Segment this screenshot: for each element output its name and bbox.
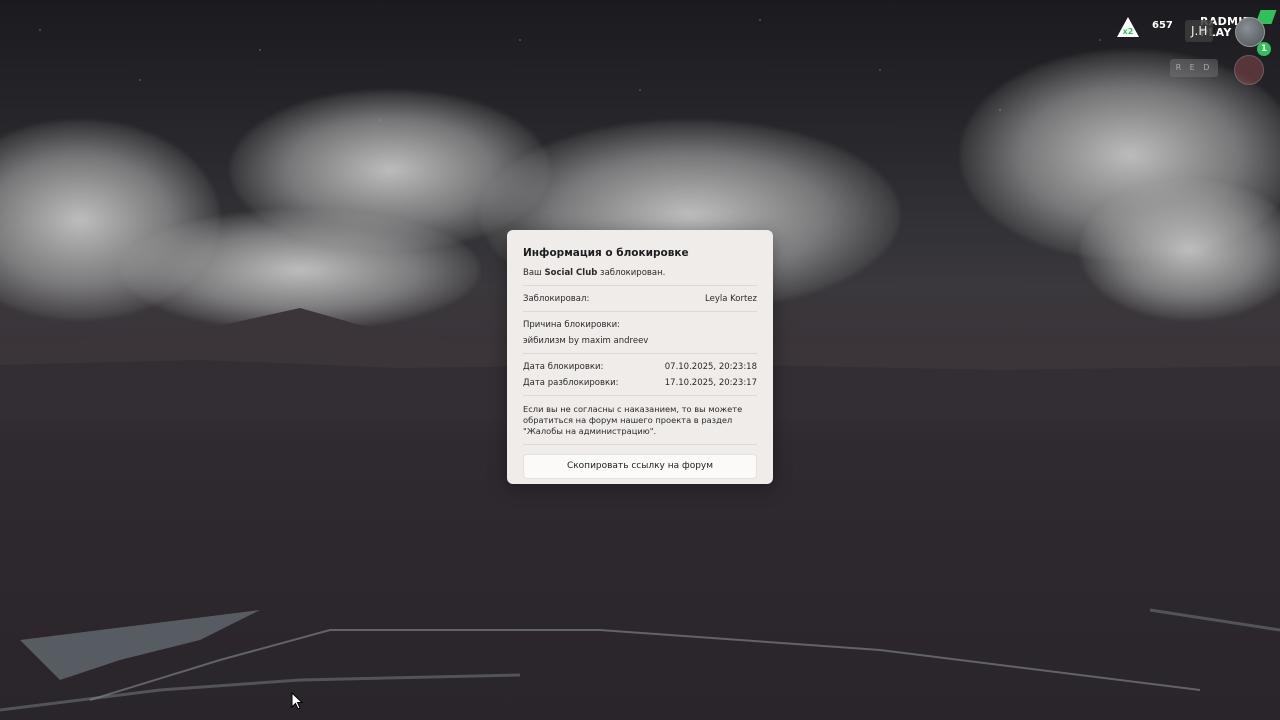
- hud-status-circle: [1234, 55, 1264, 85]
- blocked-by-value: Leyla Kortez: [705, 294, 757, 304]
- online-count: 657: [1152, 20, 1173, 31]
- reason-label: Причина блокировки:: [523, 320, 620, 330]
- server-logo-icon: x2: [1117, 17, 1139, 37]
- ban-date-label: Дата блокировки:: [523, 362, 604, 372]
- ban-status-text: Ваш Social Club заблокирован.: [523, 268, 666, 278]
- appeal-notice: Если вы не согласны с наказанием, то вы …: [523, 404, 743, 436]
- unban-date-row: Дата разблокировки: 17.10.2025, 20:23:17: [523, 378, 757, 388]
- blocked-by-label: Заблокировал:: [523, 294, 590, 304]
- player-tag: J.H: [1185, 20, 1214, 42]
- mouse-cursor-icon: [291, 692, 303, 710]
- unban-date-value: 17.10.2025, 20:23:17: [664, 378, 757, 388]
- divider: [523, 353, 757, 354]
- divider: [523, 285, 757, 286]
- hud-keys-indicator: R E D: [1170, 59, 1218, 77]
- reason-value: эйбилизм by maxim andreev: [523, 336, 649, 346]
- ban-date-value: 07.10.2025, 20:23:18: [664, 362, 757, 372]
- blocked-by-row: Заблокировал: Leyla Kortez: [523, 294, 757, 304]
- divider: [523, 444, 757, 445]
- ground-road-lines: [0, 608, 1280, 712]
- unban-date-label: Дата разблокировки:: [523, 378, 619, 388]
- ban-date-row: Дата блокировки: 07.10.2025, 20:23:18: [523, 362, 757, 372]
- dialog-title: Информация о блокировке: [523, 247, 689, 259]
- ban-info-dialog: Информация о блокировке Ваш Social Club …: [507, 230, 773, 484]
- level-badge: 1: [1257, 42, 1271, 56]
- divider: [523, 395, 757, 396]
- social-club-label: Social Club: [544, 268, 598, 278]
- svg-text:x2: x2: [1123, 27, 1134, 36]
- divider: [523, 311, 757, 312]
- copy-forum-link-button[interactable]: Скопировать ссылку на форум: [523, 454, 757, 479]
